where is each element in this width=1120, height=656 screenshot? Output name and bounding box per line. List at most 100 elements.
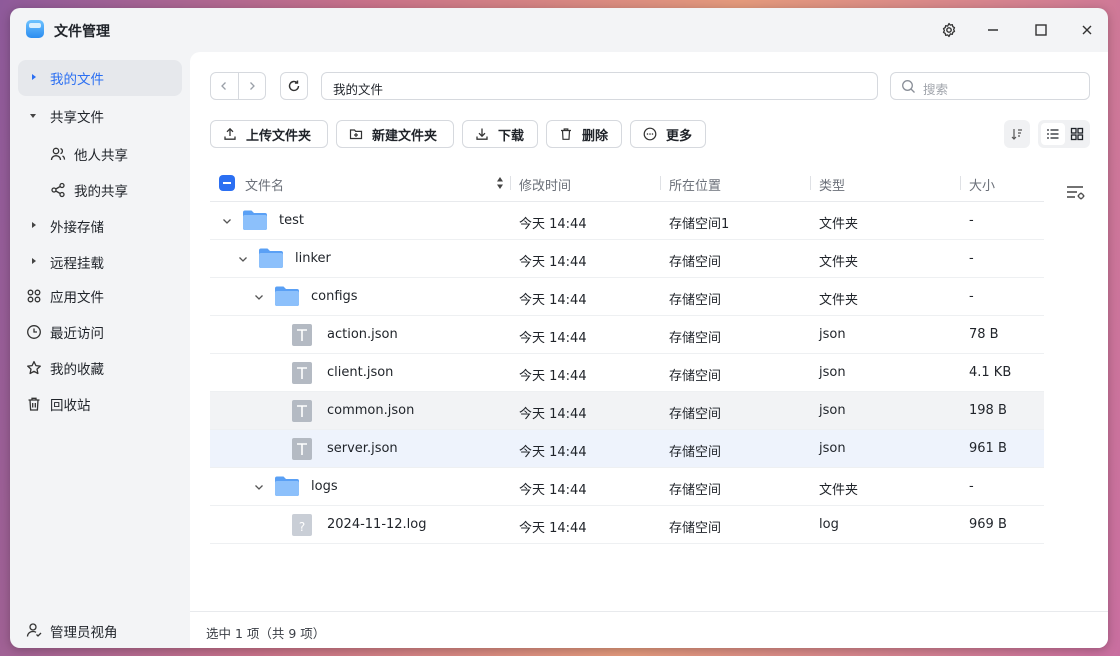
folder-icon bbox=[243, 210, 267, 230]
table-row[interactable]: linker 今天 14:44 存储空间 文件夹 - bbox=[210, 240, 1044, 278]
search-icon bbox=[902, 80, 915, 93]
apps-icon bbox=[27, 289, 41, 303]
window-title: 文件管理 bbox=[54, 24, 110, 40]
column-divider bbox=[960, 176, 961, 190]
sort-order-button[interactable] bbox=[1004, 120, 1030, 148]
file-manager-window: 文件管理 我的文件 共享文件 他人共享 我的共享 外接存储 远程挂载 应用文件 … bbox=[10, 8, 1108, 648]
download-button[interactable]: 下载 bbox=[462, 120, 538, 148]
caret-right-icon bbox=[32, 74, 36, 80]
list-view-button[interactable] bbox=[1041, 123, 1065, 145]
caret-right-icon bbox=[32, 258, 36, 264]
upload-folder-button[interactable]: 上传文件夹 bbox=[210, 120, 328, 148]
sidebar-item-shared-files[interactable]: 共享文件 bbox=[18, 98, 182, 134]
column-settings-icon[interactable] bbox=[1066, 184, 1086, 202]
new-folder-icon bbox=[349, 129, 363, 140]
admin-user-icon bbox=[26, 623, 42, 637]
maximize-button[interactable] bbox=[1027, 16, 1055, 44]
column-header-location[interactable]: 所在位置 bbox=[669, 175, 721, 194]
maximize-icon bbox=[1035, 24, 1047, 36]
grid-view-icon bbox=[1070, 127, 1084, 141]
users-icon bbox=[50, 147, 66, 161]
sidebar-item-my-files[interactable]: 我的文件 bbox=[18, 60, 182, 96]
more-icon bbox=[643, 127, 657, 141]
gear-icon bbox=[942, 22, 956, 38]
upload-icon bbox=[224, 127, 236, 140]
title-bar: 文件管理 bbox=[10, 8, 1108, 52]
table-header: 文件名 修改时间 所在位置 类型 大小 bbox=[210, 164, 1044, 202]
selection-status: 选中 1 项（共 9 项） bbox=[206, 626, 326, 641]
caret-down-icon bbox=[30, 114, 36, 118]
grid-view-button[interactable] bbox=[1065, 123, 1089, 145]
folder-icon bbox=[275, 476, 299, 496]
chevron-left-icon bbox=[221, 82, 227, 90]
chevron-down-icon bbox=[239, 257, 247, 262]
minimize-icon bbox=[988, 29, 998, 31]
sidebar-item-recent[interactable]: 最近访问 bbox=[18, 314, 182, 350]
refresh-icon bbox=[288, 80, 300, 92]
table-row[interactable]: test 今天 14:44 存储空间1 文件夹 - bbox=[210, 202, 1044, 240]
chevron-right-icon bbox=[250, 82, 255, 90]
column-divider bbox=[510, 176, 511, 190]
select-all-checkbox[interactable] bbox=[219, 175, 235, 191]
text-file-icon bbox=[292, 400, 312, 422]
table-row[interactable]: client.json 今天 14:44 存储空间 json 4.1 KB bbox=[210, 354, 1044, 392]
search-placeholder: 搜索 bbox=[923, 82, 949, 97]
caret-right-icon bbox=[32, 222, 36, 228]
more-button[interactable]: 更多 bbox=[630, 120, 706, 148]
text-file-icon bbox=[292, 438, 312, 460]
sidebar-item-external-storage[interactable]: 外接存储 bbox=[18, 208, 182, 244]
chevron-down-icon bbox=[223, 219, 231, 224]
trash-icon bbox=[561, 128, 571, 140]
sidebar-item-shared-by-others[interactable]: 他人共享 bbox=[18, 136, 182, 172]
table-row[interactable]: action.json 今天 14:44 存储空间 json 78 B bbox=[210, 316, 1044, 354]
trash-icon bbox=[28, 397, 40, 411]
new-folder-button[interactable]: 新建文件夹 bbox=[336, 120, 454, 148]
list-view-icon bbox=[1047, 129, 1059, 139]
history-nav bbox=[210, 72, 266, 100]
file-table: 文件名 修改时间 所在位置 类型 大小 test 今天 14:44 存储空间1 … bbox=[210, 164, 1044, 544]
column-header-size[interactable]: 大小 bbox=[969, 175, 995, 194]
sidebar-item-remote-mount[interactable]: 远程挂载 bbox=[18, 244, 182, 280]
sidebar-item-trash[interactable]: 回收站 bbox=[18, 386, 182, 422]
close-icon bbox=[1082, 25, 1092, 35]
table-row[interactable]: ? 2024-11-12.log 今天 14:44 存储空间 log 969 B bbox=[210, 506, 1044, 544]
back-button[interactable] bbox=[211, 73, 238, 99]
admin-view-toggle[interactable]: 管理员视角 bbox=[10, 611, 190, 648]
sort-icon bbox=[1011, 129, 1022, 140]
minimize-button[interactable] bbox=[979, 16, 1007, 44]
settings-button[interactable] bbox=[935, 16, 963, 44]
table-row[interactable]: common.json 今天 14:44 存储空间 json 198 B bbox=[210, 392, 1044, 430]
share-icon bbox=[51, 182, 65, 198]
download-icon bbox=[476, 128, 488, 140]
unknown-file-icon: ? bbox=[292, 514, 312, 536]
column-divider bbox=[660, 176, 661, 190]
path-input[interactable]: 我的文件 bbox=[321, 72, 878, 100]
chevron-down-icon bbox=[255, 485, 263, 490]
text-file-icon bbox=[292, 362, 312, 384]
search-input[interactable]: 搜索 bbox=[890, 72, 1090, 100]
status-bar: 选中 1 项（共 9 项） bbox=[190, 611, 1108, 648]
table-row[interactable]: configs 今天 14:44 存储空间 文件夹 - bbox=[210, 278, 1044, 316]
svg-text:?: ? bbox=[299, 520, 305, 534]
sidebar-item-app-files[interactable]: 应用文件 bbox=[18, 278, 182, 314]
file-manager-app-icon bbox=[26, 20, 44, 38]
refresh-button[interactable] bbox=[280, 72, 308, 100]
table-row[interactable]: logs 今天 14:44 存储空间 文件夹 - bbox=[210, 468, 1044, 506]
column-header-name[interactable]: 文件名 bbox=[245, 175, 284, 194]
text-file-icon bbox=[292, 324, 312, 346]
clock-icon bbox=[27, 325, 41, 339]
close-button[interactable] bbox=[1073, 16, 1101, 44]
table-row-selected[interactable]: server.json 今天 14:44 存储空间 json 961 B bbox=[210, 430, 1044, 468]
column-header-modified[interactable]: 修改时间 bbox=[519, 175, 571, 194]
sidebar: 我的文件 共享文件 他人共享 我的共享 外接存储 远程挂载 应用文件 最近访问 bbox=[10, 52, 190, 648]
main-content: 我的文件 搜索 上传文件夹 新建文件夹 下载 删除 更多 文件名 修改时间 所在… bbox=[190, 52, 1108, 648]
column-divider bbox=[810, 176, 811, 190]
sidebar-item-my-shares[interactable]: 我的共享 bbox=[18, 172, 182, 208]
view-mode-toggle bbox=[1038, 120, 1090, 148]
delete-button[interactable]: 删除 bbox=[546, 120, 622, 148]
sidebar-item-favorites[interactable]: 我的收藏 bbox=[18, 350, 182, 386]
forward-button[interactable] bbox=[237, 73, 265, 99]
star-icon bbox=[27, 360, 41, 375]
column-header-type[interactable]: 类型 bbox=[819, 175, 845, 194]
sort-arrows-icon bbox=[497, 177, 503, 189]
